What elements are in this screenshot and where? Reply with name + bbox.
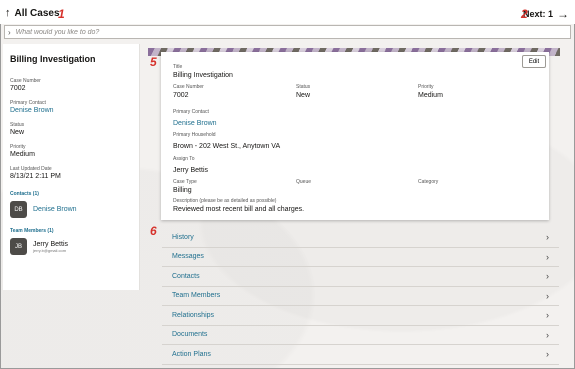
case-type-value: Billing: [173, 187, 192, 194]
accordion-item-documents[interactable]: Documents ›: [162, 326, 559, 345]
category-field: Category: [418, 179, 438, 185]
primary-contact-label: Primary Contact: [10, 100, 46, 106]
case-type-field: Case Type Billing: [173, 179, 197, 194]
accordion-item-messages[interactable]: Messages ›: [162, 248, 559, 267]
next-case-link[interactable]: Next: 1 →: [523, 7, 569, 21]
team-member-item[interactable]: JB Jerry Bettis jerry.b@gmail.com: [10, 238, 132, 255]
related-sections-accordion: History › Messages › Contacts › Team Mem…: [162, 228, 559, 365]
case-number-value: 7002: [10, 85, 26, 92]
description-value: Reviewed most recent bill and all charge…: [173, 206, 305, 213]
accordion-item-label: Action Plans: [172, 350, 211, 358]
household-value: Brown - 202 West St., Anytown VA: [173, 143, 281, 150]
primary-contact-link[interactable]: Denise Brown: [173, 120, 217, 127]
command-search-bar[interactable]: ›: [4, 25, 571, 39]
description-field: Description (please be as detailed as po…: [173, 198, 304, 213]
team-member-email: jerry.b@gmail.com: [33, 247, 67, 253]
case-detail-card: Edit Title Billing Investigation Case Nu…: [161, 52, 549, 220]
accordion-item-contacts[interactable]: Contacts ›: [162, 267, 559, 287]
case-number-label: Case Number: [10, 78, 41, 84]
case-number-field: Case Number 7002: [173, 84, 204, 99]
chevron-right-icon: ›: [546, 290, 549, 301]
accordion-item-action-plans[interactable]: Action Plans ›: [162, 345, 559, 365]
team-member-name: Jerry Bettis: [33, 240, 69, 248]
accordion-item-label: Team Members: [172, 292, 221, 300]
priority-label: Priority: [10, 144, 26, 150]
accordion-item-label: Contacts: [172, 272, 200, 280]
team-members-section-title[interactable]: Team Members (1): [10, 228, 132, 234]
callout-1: 1: [58, 7, 65, 21]
title-value: Billing Investigation: [173, 72, 233, 79]
callout-2: 2: [521, 7, 528, 21]
case-type-label: Case Type: [173, 179, 197, 185]
avatar: JB: [10, 238, 27, 255]
status-value: New: [10, 129, 25, 136]
back-link-label: All Cases: [14, 7, 60, 19]
chevron-right-icon: ›: [546, 271, 549, 282]
accordion-item-team-members[interactable]: Team Members ›: [162, 287, 559, 306]
title-label: Title: [173, 64, 183, 70]
contact-item[interactable]: DB Denise Brown: [10, 201, 132, 218]
assign-to-value: Jerry Bettis: [173, 167, 209, 174]
case-number-value: 7002: [173, 92, 189, 99]
accordion-item-relationships[interactable]: Relationships ›: [162, 306, 559, 326]
accordion-item-label: Relationships: [172, 311, 215, 319]
top-header: ↑ All Cases Next: 1 →: [0, 0, 575, 24]
household-label: Primary Household: [173, 132, 216, 138]
case-title: Billing Investigation: [10, 54, 96, 64]
category-label: Category: [418, 179, 439, 185]
assign-to-field: Assign To Jerry Bettis: [173, 156, 208, 174]
arrow-right-icon: →: [557, 7, 569, 21]
status-value: New: [296, 92, 311, 99]
description-label: Description (please be as detailed as po…: [173, 198, 277, 204]
status-label: Status: [10, 122, 25, 128]
title-field: Title Billing Investigation: [173, 64, 233, 79]
chevron-right-icon: ›: [546, 310, 549, 321]
chevron-right-icon: ›: [8, 27, 11, 37]
queue-label: Queue: [296, 179, 312, 185]
chevron-right-icon: ›: [546, 329, 549, 340]
contact-name-link[interactable]: Denise Brown: [33, 206, 77, 213]
command-search-input[interactable]: [15, 28, 476, 36]
status-label: Status: [296, 84, 311, 90]
primary-contact-label: Primary Contact: [173, 109, 209, 115]
all-cases-back-link[interactable]: ↑ All Cases: [5, 7, 60, 19]
primary-contact-link[interactable]: Denise Brown: [10, 107, 132, 114]
accordion-item-label: History: [172, 233, 194, 241]
chevron-right-icon: ›: [546, 251, 549, 262]
accordion-item-label: Documents: [172, 331, 208, 339]
priority-value: Medium: [418, 92, 443, 99]
last-updated-value: 8/13/21 2:11 PM: [10, 173, 61, 180]
primary-contact-field: Primary Contact Denise Brown: [173, 109, 217, 127]
case-summary-panel: Billing Investigation Case Number 7002 P…: [3, 44, 140, 290]
chevron-right-icon: ›: [546, 349, 549, 360]
accordion-item-history[interactable]: History ›: [162, 228, 559, 248]
household-field: Primary Household Brown - 202 West St., …: [173, 132, 280, 150]
queue-field: Queue: [296, 179, 311, 185]
case-detail-region: Edit Title Billing Investigation Case Nu…: [148, 48, 560, 224]
priority-label: Priority: [418, 84, 434, 90]
callout-6: 6: [150, 224, 157, 238]
last-updated-label: Last Updated Date: [10, 166, 52, 172]
priority-value: Medium: [10, 151, 35, 158]
edit-button[interactable]: Edit: [522, 55, 546, 68]
chevron-right-icon: ›: [546, 232, 549, 243]
assign-to-label: Assign To: [173, 156, 195, 162]
contacts-section-title[interactable]: Contacts (1): [10, 191, 132, 197]
priority-field: Priority Medium: [418, 84, 443, 99]
avatar: DB: [10, 201, 27, 218]
status-field: Status New: [296, 84, 310, 99]
arrow-up-icon: ↑: [5, 7, 11, 19]
case-number-label: Case Number: [173, 84, 204, 90]
accordion-item-label: Messages: [172, 253, 204, 261]
